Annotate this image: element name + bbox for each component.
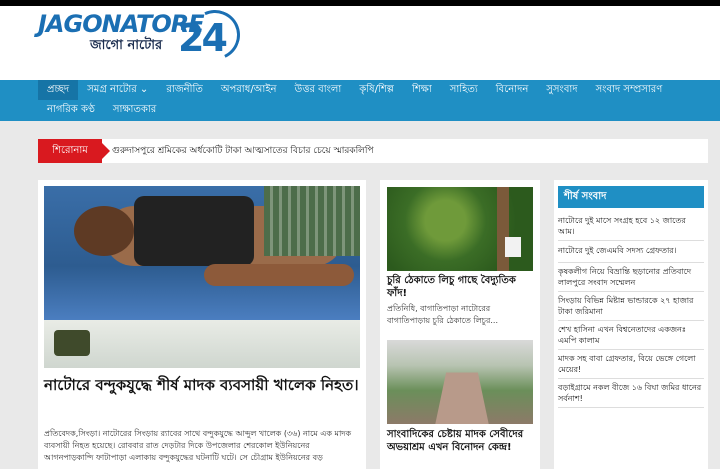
site-header: JAGONATORE জাগো নাটোর 24: [0, 2, 720, 80]
logo-subtitle: জাগো নাটোর: [90, 38, 163, 53]
sidebar-list: নাটোরে দুই মাসে সংগ্রহ হবে ১২ জাতের আম। …: [558, 212, 704, 408]
headline-ticker: শিরোনাম গুরুদাসপুরে শ্রমিকের অর্ধকোটি টা…: [38, 139, 708, 163]
card-excerpt-litchi: প্রতিনিধি, বাগাতিপাড়া নাটোরের বাগাতিপাড…: [387, 304, 499, 325]
nav-item-interview[interactable]: সাক্ষাতকার: [104, 100, 165, 120]
sidebar-news-item[interactable]: কৃষকলীগ নিয়ে বিভ্রান্তি ছড়ানোর প্রতিবা…: [558, 263, 704, 292]
sidebar-news-item[interactable]: সিংড়ায় বিভিন্ন মিষ্টান্ন ভান্ডারকে ২৭ …: [558, 292, 704, 321]
nav-item-citizen-voice[interactable]: নাগরিক কণ্ঠ: [38, 100, 104, 120]
image-figure-head: [74, 206, 134, 256]
card-title-park[interactable]: সাংবাদিকের চেষ্টায় মাদক সেবীদের অভয়াশ্…: [387, 428, 533, 454]
image-figure-lungi: [264, 186, 360, 256]
image-figure-shirt: [134, 196, 254, 266]
site-logo[interactable]: JAGONATORE জাগো নাটোর 24: [38, 2, 248, 68]
sidebar-top-news: শীর্ষ সংবাদ নাটোরে দুই মাসে সংগ্রহ হবে ১…: [554, 180, 708, 469]
nav-item-whole-natore[interactable]: সমগ্র নাটোর ⌄: [78, 80, 157, 100]
card-image-litchi[interactable]: [387, 187, 533, 271]
story-cards: চুরি ঠেকাতে লিচু গাছে বৈদ্যুতিক ফাঁদ! প্…: [380, 180, 540, 469]
image-figure-arm: [204, 264, 354, 286]
sidebar-news-item[interactable]: বড়াইগ্রামে নকল বীজে ১৬ বিঘা জমির ধানের …: [558, 379, 704, 408]
lead-story: নাটোরে বন্দুকযুদ্ধে শীর্ষ মাদক ব্যবসায়ী…: [38, 180, 366, 469]
sidebar-heading: শীর্ষ সংবাদ: [558, 186, 704, 208]
nav-item-education[interactable]: শিক্ষা: [403, 80, 441, 100]
image-garden-path: [435, 372, 489, 424]
lead-story-image[interactable]: [44, 186, 360, 320]
logo-number: 24: [178, 16, 228, 60]
nav-item-entertainment[interactable]: বিনোদন: [487, 80, 538, 100]
nav-item-literature[interactable]: সাহিত্য: [441, 80, 487, 100]
lead-story-title[interactable]: নাটোরে বন্দুকযুদ্ধে শীর্ষ মাদক ব্যবসায়ী…: [44, 374, 360, 396]
image-boot: [54, 330, 90, 356]
sidebar-news-item[interactable]: মাদক সহ বাবা গ্রেফতার, বিয়ে ভেঙ্গে গেলো…: [558, 350, 704, 379]
nav-item-home[interactable]: প্রচ্ছদ: [38, 80, 79, 100]
ticker-headline-link[interactable]: গুরুদাসপুরে শ্রমিকের অর্ধকোটি টাকা আত্মস…: [112, 139, 374, 163]
nav-item-crime-law[interactable]: অপরাধ/আইন: [212, 80, 286, 100]
nav-item-north-bengal[interactable]: উত্তর বাংলা: [286, 80, 351, 100]
nav-row-1: প্রচ্ছদ সমগ্র নাটোর ⌄ রাজনীতি অপরাধ/আইন …: [38, 80, 671, 100]
lead-story-excerpt: প্রতিবেদক,সিংড়া। নাটোরের সিংড়ায় র‌্যা…: [44, 429, 352, 462]
nav-row-2: নাগরিক কণ্ঠ সাক্ষাতকার: [38, 100, 165, 120]
image-tree-trunk: [497, 187, 509, 271]
card-title-litchi[interactable]: চুরি ঠেকাতে লিচু গাছে বৈদ্যুতিক ফাঁদ!: [387, 274, 533, 300]
ticker-label: শিরোনাম: [38, 139, 110, 163]
nav-item-news-extension[interactable]: সংবাদ সম্প্রসারণ: [587, 80, 672, 100]
sidebar-news-item[interactable]: নাটোরে দুই জেএমবি সদস্য গ্রেফতার।: [558, 241, 704, 263]
image-sign: [505, 237, 521, 257]
nav-item-good-news[interactable]: সুসংবাদ: [537, 80, 586, 100]
main-navigation: প্রচ্ছদ সমগ্র নাটোর ⌄ রাজনীতি অপরাধ/আইন …: [0, 80, 720, 121]
nav-item-politics[interactable]: রাজনীতি: [157, 80, 212, 100]
card-image-park[interactable]: [387, 340, 533, 424]
nav-item-agriculture[interactable]: কৃষি/শিল্প: [350, 80, 403, 100]
sidebar-news-item[interactable]: শেখ হাসিনা এখন বিশ্বনেতাদের একজনঃ এমপি ক…: [558, 321, 704, 350]
sidebar-news-item[interactable]: নাটোরে দুই মাসে সংগ্রহ হবে ১২ জাতের আম।: [558, 212, 704, 241]
lead-story-image-2: [44, 320, 360, 368]
